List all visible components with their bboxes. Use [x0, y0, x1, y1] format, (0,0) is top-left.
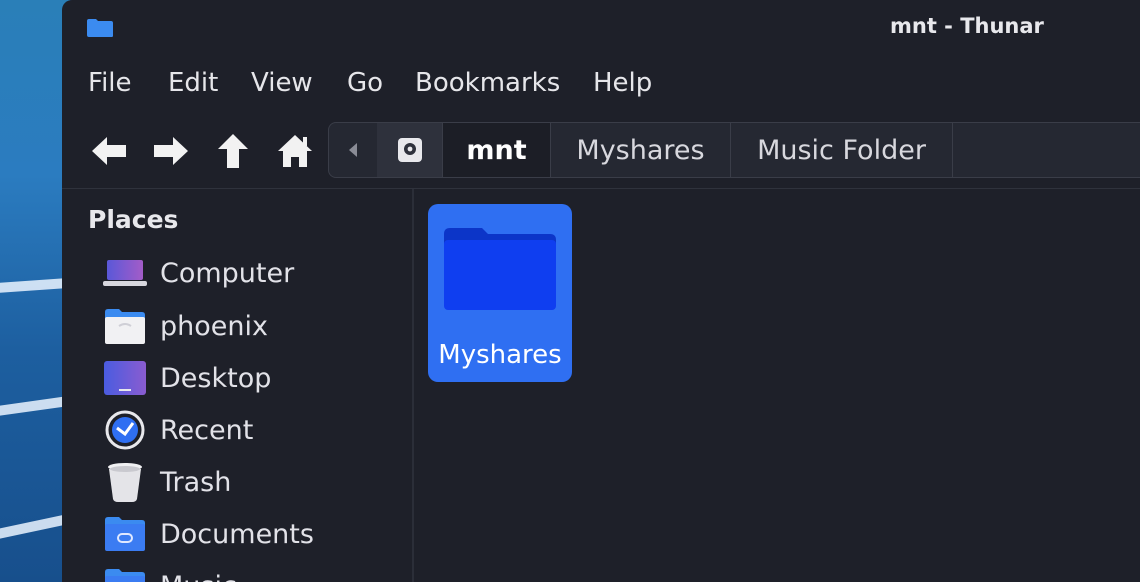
menu-bookmarks[interactable]: Bookmarks [415, 68, 560, 98]
trash-icon [102, 462, 148, 502]
forward-button[interactable] [150, 130, 192, 172]
file-item-label: Myshares [438, 340, 562, 370]
pathbar-drive-button[interactable] [377, 123, 443, 177]
sidebar-item-computer[interactable]: Computer [102, 249, 402, 297]
places-heading: Places [88, 205, 179, 234]
menu-file[interactable]: File [88, 68, 132, 98]
sidebar-item-label: Computer [160, 257, 295, 289]
home-button[interactable] [274, 130, 316, 172]
triangle-left-icon [349, 143, 357, 157]
pathbar-crumb-myshares[interactable]: Myshares [551, 123, 731, 177]
sidebar-item-label: Recent [160, 414, 254, 446]
menu-help[interactable]: Help [593, 68, 652, 98]
up-button[interactable] [212, 130, 254, 172]
sidebar-item-documents[interactable]: Documents [102, 510, 402, 558]
menu-view[interactable]: View [251, 68, 313, 98]
sidebar-item-label: Music [160, 571, 237, 582]
back-button[interactable] [88, 130, 130, 172]
folder-icon [444, 228, 556, 310]
documents-folder-icon [102, 514, 148, 554]
home-icon [278, 135, 312, 167]
folder-icon [87, 19, 113, 37]
pathbar-scroll-left-button[interactable] [329, 123, 377, 177]
sidebar-item-desktop[interactable]: Desktop [102, 354, 402, 402]
sidebar-item-music[interactable]: Music [102, 562, 402, 582]
sidebar: Places Computer phoenix Desktop Recent T… [62, 189, 412, 582]
file-view[interactable]: Myshares [414, 189, 1140, 582]
desktop-wallpaper [0, 0, 70, 582]
menu-bar: File Edit View Go Bookmarks Help [62, 62, 1140, 108]
sidebar-item-phoenix[interactable]: phoenix [102, 302, 402, 350]
clock-icon [102, 410, 148, 450]
menu-edit[interactable]: Edit [168, 68, 218, 98]
sidebar-item-trash[interactable]: Trash [102, 458, 402, 506]
sidebar-item-label: Documents [160, 518, 314, 550]
arrow-up-icon [218, 134, 248, 168]
title-bar[interactable]: mnt - Thunar [62, 0, 1140, 56]
sidebar-item-label: phoenix [160, 310, 268, 342]
file-manager-window: mnt - Thunar File Edit View Go Bookmarks… [62, 0, 1140, 582]
drive-icon [397, 138, 422, 162]
sidebar-item-label: Desktop [160, 362, 272, 394]
menu-go[interactable]: Go [347, 68, 383, 98]
computer-icon [102, 253, 148, 293]
music-folder-icon [102, 566, 148, 582]
window-title: mnt - Thunar [890, 14, 1044, 38]
path-bar: mnt Myshares Music Folder [328, 122, 1140, 178]
pathbar-crumb-mnt[interactable]: mnt [443, 123, 551, 177]
sidebar-item-label: Trash [160, 466, 232, 498]
pathbar-crumb-music-folder[interactable]: Music Folder [731, 123, 953, 177]
arrow-left-icon [92, 137, 126, 165]
home-folder-icon [102, 306, 148, 346]
desktop-icon [102, 358, 148, 398]
file-item-myshares[interactable]: Myshares [428, 204, 572, 382]
arrow-right-icon [154, 137, 188, 165]
sidebar-item-recent[interactable]: Recent [102, 406, 402, 454]
